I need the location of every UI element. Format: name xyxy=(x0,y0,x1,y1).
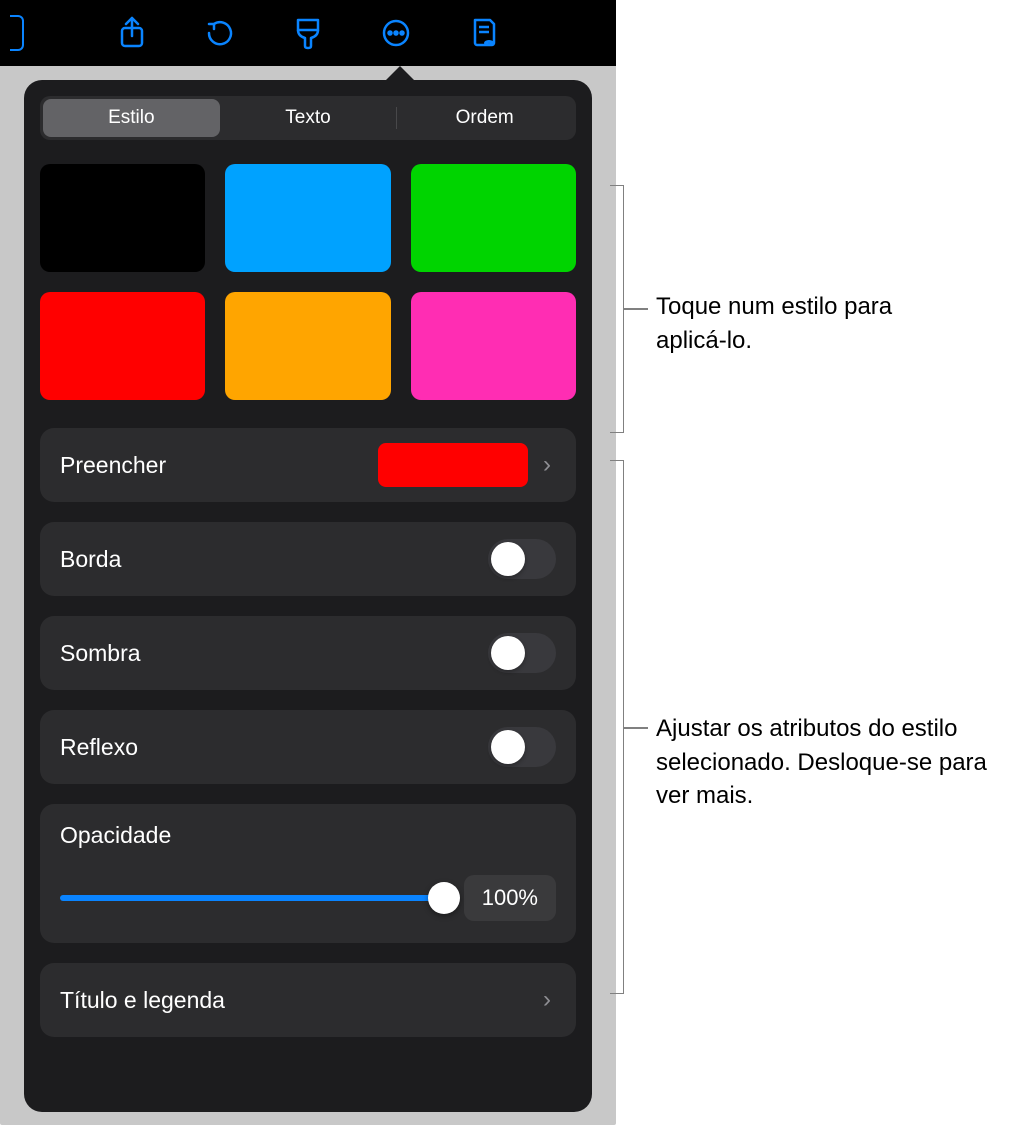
device-frame: Estilo Texto Ordem Preencher › Bor xyxy=(0,0,616,1125)
undo-icon[interactable] xyxy=(204,17,236,49)
opacity-slider[interactable] xyxy=(60,895,444,901)
popover-arrow xyxy=(384,66,416,82)
border-row: Borda xyxy=(40,522,576,596)
format-brush-icon[interactable] xyxy=(292,17,324,49)
tab-label: Estilo xyxy=(108,107,154,129)
format-popover: Estilo Texto Ordem Preencher › Bor xyxy=(24,80,592,1112)
style-swatch-grid xyxy=(40,164,576,400)
title-caption-row[interactable]: Título e legenda › xyxy=(40,963,576,1037)
swatch-red[interactable] xyxy=(40,292,205,400)
swatch-orange[interactable] xyxy=(225,292,390,400)
title-caption-label: Título e legenda xyxy=(60,987,538,1014)
annotation-callouts: Toque num estilo para aplicá-lo. Ajustar… xyxy=(634,0,1014,1144)
chevron-right-icon: › xyxy=(538,451,556,479)
slider-thumb-icon[interactable] xyxy=(428,882,460,914)
chevron-right-icon: › xyxy=(538,986,556,1014)
callout-connector xyxy=(624,727,648,729)
border-label: Borda xyxy=(60,546,488,573)
opacity-value-display[interactable]: 100% xyxy=(464,875,556,921)
swatch-black[interactable] xyxy=(40,164,205,272)
toolbar-icons xyxy=(116,17,500,49)
tab-ordem[interactable]: Ordem xyxy=(396,99,573,137)
swatch-green[interactable] xyxy=(411,164,576,272)
fill-label: Preencher xyxy=(60,452,378,479)
swatch-blue[interactable] xyxy=(225,164,390,272)
fill-color-preview xyxy=(378,443,528,487)
more-icon[interactable] xyxy=(380,17,412,49)
reflection-row: Reflexo xyxy=(40,710,576,784)
panel-edge-icon xyxy=(10,15,24,51)
shadow-label: Sombra xyxy=(60,640,488,667)
reflection-label: Reflexo xyxy=(60,734,488,761)
opacity-label: Opacidade xyxy=(60,822,556,849)
callout-bracket xyxy=(610,460,624,994)
callout-style-tap: Toque num estilo para aplicá-lo. xyxy=(656,290,916,357)
share-icon[interactable] xyxy=(116,17,148,49)
tab-estilo[interactable]: Estilo xyxy=(43,99,220,137)
opacity-row: Opacidade 100% xyxy=(40,804,576,943)
callout-bracket xyxy=(610,185,624,433)
shadow-row: Sombra xyxy=(40,616,576,690)
tab-texto[interactable]: Texto xyxy=(220,99,397,137)
fill-row[interactable]: Preencher › xyxy=(40,428,576,502)
callout-attributes: Ajustar os atributos do estilo seleciona… xyxy=(656,712,1016,813)
swatch-magenta[interactable] xyxy=(411,292,576,400)
border-toggle[interactable] xyxy=(488,539,556,579)
tab-label: Texto xyxy=(285,107,330,129)
callout-connector xyxy=(624,308,648,310)
opacity-controls: 100% xyxy=(60,875,556,921)
reflection-toggle[interactable] xyxy=(488,727,556,767)
top-toolbar xyxy=(0,0,616,66)
segmented-control: Estilo Texto Ordem xyxy=(40,96,576,140)
document-preview-icon[interactable] xyxy=(468,17,500,49)
tab-label: Ordem xyxy=(456,107,514,129)
shadow-toggle[interactable] xyxy=(488,633,556,673)
